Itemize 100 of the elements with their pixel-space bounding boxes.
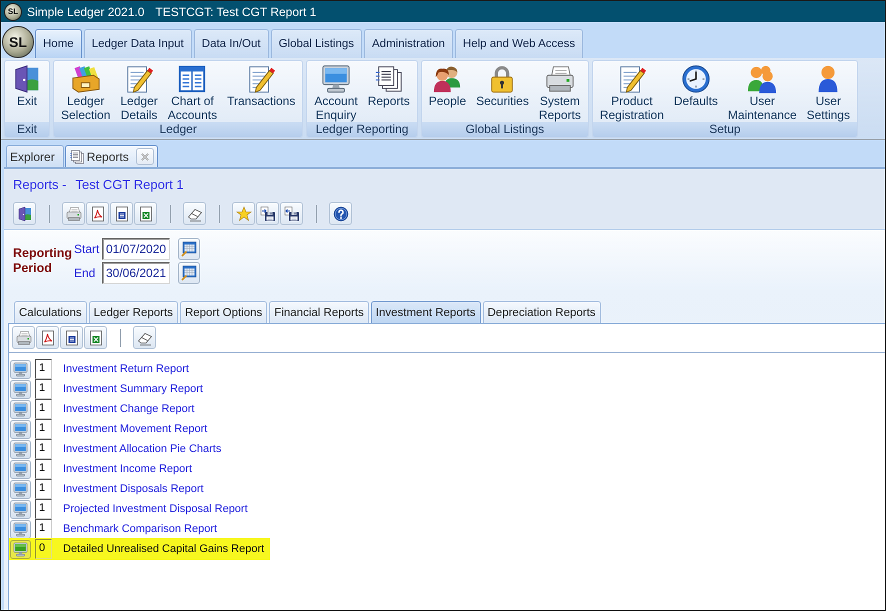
ribbon-button[interactable]: User Maintenance — [722, 61, 802, 122]
ribbon-button[interactable]: People — [424, 61, 472, 122]
date-field[interactable]: 30/06/2021 — [102, 262, 170, 284]
report-row[interactable]: 1 Projected Investment Disposal Report — [9, 499, 254, 519]
monitor-icon — [13, 362, 28, 376]
floppy-disk-arrow-icon — [260, 206, 276, 222]
preview-button[interactable] — [10, 420, 31, 438]
report-tab[interactable]: Calculations — [14, 301, 87, 323]
report-tab[interactable]: Report Options — [180, 301, 268, 323]
preview-button[interactable] — [10, 520, 31, 538]
copies-field[interactable]: 1 — [35, 459, 52, 479]
menu-tab[interactable]: Global Listings — [270, 29, 362, 58]
report-row[interactable]: 1 Investment Return Report — [9, 359, 195, 379]
report-name: Test CGT Report 1 — [75, 177, 184, 193]
excel-button[interactable] — [134, 202, 157, 225]
card-file-box-icon — [70, 64, 101, 94]
copies-field[interactable]: 1 — [35, 419, 52, 439]
report-row[interactable]: 1 Investment Movement Report — [9, 419, 214, 439]
monitor-icon — [13, 462, 28, 476]
copies-field[interactable]: 1 — [35, 479, 52, 499]
preview-button[interactable] — [10, 500, 31, 518]
pdf-button[interactable] — [36, 326, 59, 349]
report-link[interactable]: Investment Movement Report — [63, 423, 208, 435]
preview-button[interactable] — [10, 400, 31, 418]
door-icon — [16, 206, 32, 222]
save-button[interactable] — [280, 202, 303, 225]
load-button[interactable] — [256, 202, 279, 225]
document-tab[interactable]: Explorer — [6, 145, 64, 167]
word-button[interactable] — [110, 202, 133, 225]
print-button[interactable] — [62, 202, 85, 225]
report-row[interactable]: 1 Investment Income Report — [9, 459, 198, 479]
ribbon-button[interactable]: Reports — [362, 61, 415, 122]
preview-button[interactable] — [10, 480, 31, 498]
report-row[interactable]: 0 Detailed Unrealised Capital Gains Report — [9, 538, 270, 560]
copies-field[interactable]: 1 — [35, 499, 52, 519]
pdf-button[interactable] — [86, 202, 109, 225]
menu-tab[interactable]: Ledger Data Input — [84, 29, 192, 58]
ribbon-button[interactable]: Ledger Selection — [56, 61, 116, 122]
report-link[interactable]: Benchmark Comparison Report — [63, 523, 218, 535]
ribbon-button[interactable]: Account Enquiry — [309, 61, 363, 122]
document-title: TESTCGT: Test CGT Report 1 — [155, 4, 316, 18]
ribbon-button[interactable]: Ledger Details — [115, 61, 163, 122]
word-document-icon — [64, 330, 80, 346]
report-tab[interactable]: Investment Reports — [370, 301, 480, 323]
report-link[interactable]: Detailed Unrealised Capital Gains Report — [63, 543, 264, 555]
monitor-icon — [13, 422, 28, 436]
ribbon-button[interactable]: Chart of Accounts — [162, 61, 222, 122]
preview-button[interactable] — [10, 540, 31, 558]
ribbon-button[interactable]: Securities — [471, 61, 534, 122]
help-button[interactable] — [329, 202, 352, 225]
tab-close-button[interactable] — [136, 148, 154, 165]
calendar-button[interactable] — [178, 238, 200, 260]
word-button[interactable] — [60, 326, 83, 349]
copies-field[interactable]: 1 — [35, 439, 52, 459]
report-tab[interactable]: Depreciation Reports — [482, 301, 601, 323]
copies-field[interactable]: 0 — [35, 539, 52, 559]
document-tab[interactable]: Reports — [64, 145, 158, 167]
ribbon-button[interactable]: Defaults — [668, 61, 723, 122]
excel-button[interactable] — [84, 326, 107, 349]
report-tab[interactable]: Financial Reports — [269, 301, 369, 323]
report-row[interactable]: 1 Investment Summary Report — [9, 379, 209, 399]
copies-field[interactable]: 1 — [35, 399, 52, 419]
print-button[interactable] — [12, 326, 35, 349]
report-row[interactable]: 1 Investment Disposals Report — [9, 479, 210, 499]
calendar-icon — [181, 265, 197, 281]
menu-tab[interactable]: Home — [35, 29, 82, 58]
report-tab[interactable]: Ledger Reports — [88, 301, 178, 323]
preview-button[interactable] — [10, 380, 31, 398]
date-field[interactable]: 01/07/2020 — [102, 238, 170, 260]
monitor-icon — [13, 402, 28, 416]
report-row[interactable]: 1 Investment Allocation Pie Charts — [9, 439, 228, 459]
report-row[interactable]: 1 Benchmark Comparison Report — [9, 519, 224, 539]
report-link[interactable]: Investment Disposals Report — [63, 483, 204, 495]
report-link[interactable]: Investment Allocation Pie Charts — [63, 443, 222, 455]
copies-field[interactable]: 1 — [35, 519, 52, 539]
report-link[interactable]: Investment Return Report — [63, 363, 189, 375]
printer-icon — [544, 64, 575, 94]
menu-tab[interactable]: Help and Web Access — [454, 29, 584, 58]
ribbon-button[interactable]: System Reports — [534, 61, 586, 122]
report-link[interactable]: Investment Summary Report — [63, 383, 203, 395]
report-link[interactable]: Investment Change Report — [63, 403, 194, 415]
copies-field[interactable]: 1 — [35, 379, 52, 399]
menu-tab[interactable]: Administration — [364, 29, 453, 58]
ribbon-button[interactable]: User Settings — [802, 61, 855, 122]
preview-button[interactable] — [10, 360, 31, 378]
report-link[interactable]: Investment Income Report — [63, 463, 192, 475]
ribbon-button[interactable]: Exit — [7, 61, 47, 122]
ribbon-button[interactable]: Product Registration — [594, 61, 669, 122]
exit-button[interactable] — [13, 202, 36, 225]
app-menu-button[interactable]: SL — [2, 26, 34, 58]
report-link[interactable]: Projected Investment Disposal Report — [63, 503, 248, 515]
ribbon-button[interactable]: Transactions — [222, 61, 300, 122]
eraser-button[interactable] — [183, 202, 206, 225]
menu-tab[interactable]: Data In/Out — [194, 29, 269, 58]
preview-button[interactable] — [10, 460, 31, 478]
eraser-button[interactable] — [133, 326, 156, 349]
preview-button[interactable] — [10, 440, 31, 458]
calendar-button[interactable] — [178, 262, 200, 284]
report-row[interactable]: 1 Investment Change Report — [9, 399, 200, 419]
copies-field[interactable]: 1 — [35, 359, 52, 379]
